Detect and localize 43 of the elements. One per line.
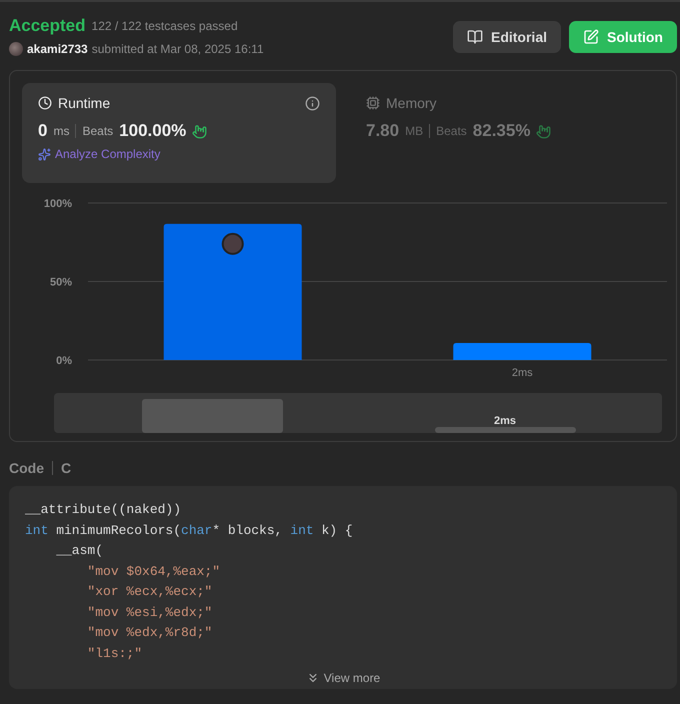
book-icon	[466, 29, 483, 45]
axis-label: 100%	[44, 198, 72, 210]
metric-value: 7.80	[366, 121, 400, 141]
overview-label: 2ms	[494, 415, 516, 427]
sparkle-icon	[38, 148, 51, 160]
metric-unit: ms	[53, 124, 70, 138]
code-line: __asm(	[55, 542, 104, 560]
code-label: Code	[9, 460, 44, 476]
code-line: "l1s:;"	[86, 644, 144, 662]
view-more-button[interactable]: View more	[300, 670, 386, 686]
pencil-icon	[583, 29, 599, 45]
language-label: C	[61, 460, 72, 476]
editorial-button[interactable]: Editorial	[452, 21, 561, 53]
beats-value: 100.00%	[119, 121, 186, 141]
metric-unit: MB	[405, 124, 424, 138]
beats-label: Beats	[436, 124, 467, 138]
code-line: "mov %esi,%edx;"	[86, 604, 214, 622]
metric-title: Memory	[386, 95, 437, 111]
avatar-icon	[222, 232, 244, 255]
info-icon[interactable]	[305, 96, 320, 110]
range-overview[interactable]: 2ms	[54, 393, 662, 433]
testcases-text: 122 / 122 testcases passed	[92, 19, 238, 33]
beats-value: 82.35%	[472, 121, 530, 141]
axis-label: 0%	[56, 355, 72, 367]
avatar-icon	[9, 42, 23, 56]
hand-icon	[536, 124, 552, 138]
code-line: "mov %edx,%r8d;"	[86, 624, 214, 642]
metric-value: 0	[38, 121, 48, 141]
hand-icon	[192, 124, 208, 138]
metric-title: Runtime	[58, 95, 110, 111]
beats-label: Beats	[82, 124, 114, 138]
chip-icon	[366, 96, 380, 110]
code-line: __attribute((naked))	[25, 501, 182, 519]
axis-label: 2ms	[512, 367, 533, 379]
code-line: "xor %ecx,%ecx;"	[86, 583, 214, 601]
metric-tile[interactable]: Runtime 0 ms Beats 100.00% Analyze Complexity	[22, 83, 336, 183]
code-line: "mov $0x64,%eax;"	[86, 562, 222, 580]
username[interactable]: akami2733	[27, 42, 88, 56]
verdict: Accepted	[9, 16, 86, 36]
code-line: int minimumRecolors(char* blocks, int k) {	[25, 522, 354, 540]
submitted-text: submitted at Mar 08, 2025 16:11	[92, 42, 264, 56]
clock-icon	[38, 96, 52, 110]
axis-label: 50%	[50, 276, 72, 288]
